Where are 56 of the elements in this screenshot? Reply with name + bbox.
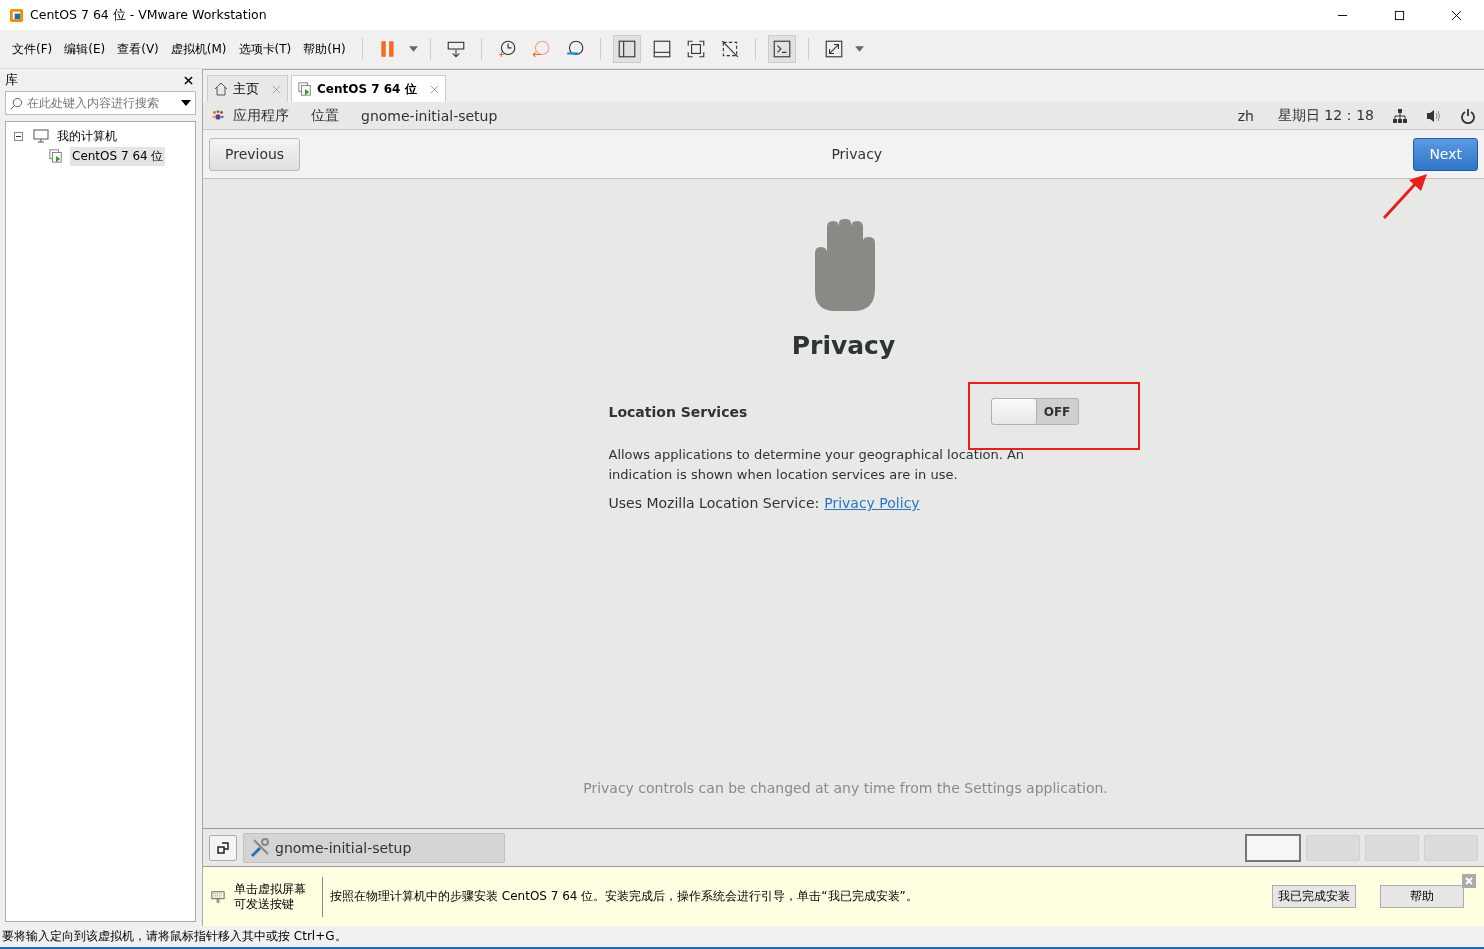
menu-item[interactable]: 选项卡(T) (238, 40, 292, 58)
window-title: CentOS 7 64 位 - VMware Workstation (30, 6, 267, 24)
collapse-toggle[interactable] (14, 131, 23, 141)
page-title: Privacy (830, 146, 884, 162)
install-message: 按照在物理计算机中的步骤安装 CentOS 7 64 位。安装完成后，操作系统会进行引导，单击“我已完成安装”。 (330, 888, 918, 905)
computer-icon (33, 129, 49, 143)
search-icon (10, 96, 23, 110)
setting-label: Location Services (608, 403, 748, 420)
clock[interactable]: 星期日 12：18 (1277, 106, 1374, 125)
maximize-icon[interactable] (1394, 9, 1405, 21)
close-icon[interactable] (1451, 9, 1462, 21)
dropdown-caret-icon[interactable] (181, 100, 191, 106)
app-menu[interactable]: gnome-initial-setup (361, 107, 498, 124)
taskbar-item[interactable]: gnome-initial-setup (243, 832, 505, 863)
menu-item[interactable]: 帮助(H) (303, 40, 346, 58)
tab[interactable]: 主页 (207, 75, 288, 102)
power-icon[interactable] (1460, 107, 1476, 124)
keyboard-icon (211, 889, 225, 904)
library-title: 库 (5, 71, 18, 89)
menu-item[interactable]: 编辑(E) (64, 40, 106, 58)
vm-icon (48, 149, 64, 163)
hint-text: 单击虚拟屏幕 可发送按键 (234, 881, 306, 912)
sidebar-view-icon[interactable] (612, 35, 641, 63)
close-icon[interactable] (184, 75, 193, 85)
privacy-heading: Privacy (791, 331, 896, 360)
language-indicator[interactable]: zh (1237, 107, 1254, 124)
search-field[interactable]: 在此处键入内容进行搜索 (5, 91, 196, 115)
previous-button[interactable]: Previous (209, 137, 301, 171)
status-text: 要将输入定向到该虚拟机，请将鼠标指针移入其中或按 Ctrl+G。 (2, 928, 347, 945)
next-button[interactable]: Next (1413, 137, 1478, 171)
network-icon[interactable] (1392, 107, 1408, 124)
tree-item[interactable]: 我的计算机 (55, 126, 119, 146)
description-text: Allows applications to determine your geographical location. An indication is shown when location services are in use. (608, 446, 1026, 484)
volume-icon[interactable] (1426, 107, 1442, 124)
terminal-icon[interactable] (767, 35, 796, 63)
window-list-icon (217, 841, 229, 854)
menu-item[interactable]: 文件(F) (12, 40, 53, 58)
service-text: Uses Mozilla Location Service: (608, 495, 820, 511)
workspace-button[interactable] (1245, 833, 1301, 862)
menu-item[interactable]: 虚拟机(M) (170, 40, 227, 58)
hint-button[interactable]: 帮助 (1380, 885, 1464, 908)
applications-menu[interactable]: 应用程序 (233, 106, 289, 125)
footer-note: Privacy controls can be changed at any time from the Settings application. (582, 780, 1108, 796)
vm-icon (298, 82, 312, 96)
menu-item[interactable]: 查看(V) (117, 40, 159, 58)
location-switch[interactable]: OFF (990, 398, 1079, 425)
home-icon (214, 82, 228, 96)
hint-button[interactable]: 我已完成安装 (1272, 885, 1356, 908)
places-menu[interactable]: 位置 (311, 106, 339, 125)
app-logo-icon (9, 7, 24, 23)
annotation-arrow (1381, 174, 1429, 220)
tab[interactable]: CentOS 7 64 位 (291, 75, 446, 102)
tools-icon (250, 837, 270, 858)
tree-item[interactable]: CentOS 7 64 位 (70, 146, 166, 166)
window-list-button[interactable] (209, 834, 237, 861)
privacy-policy-link[interactable]: Privacy Policy (824, 495, 920, 511)
